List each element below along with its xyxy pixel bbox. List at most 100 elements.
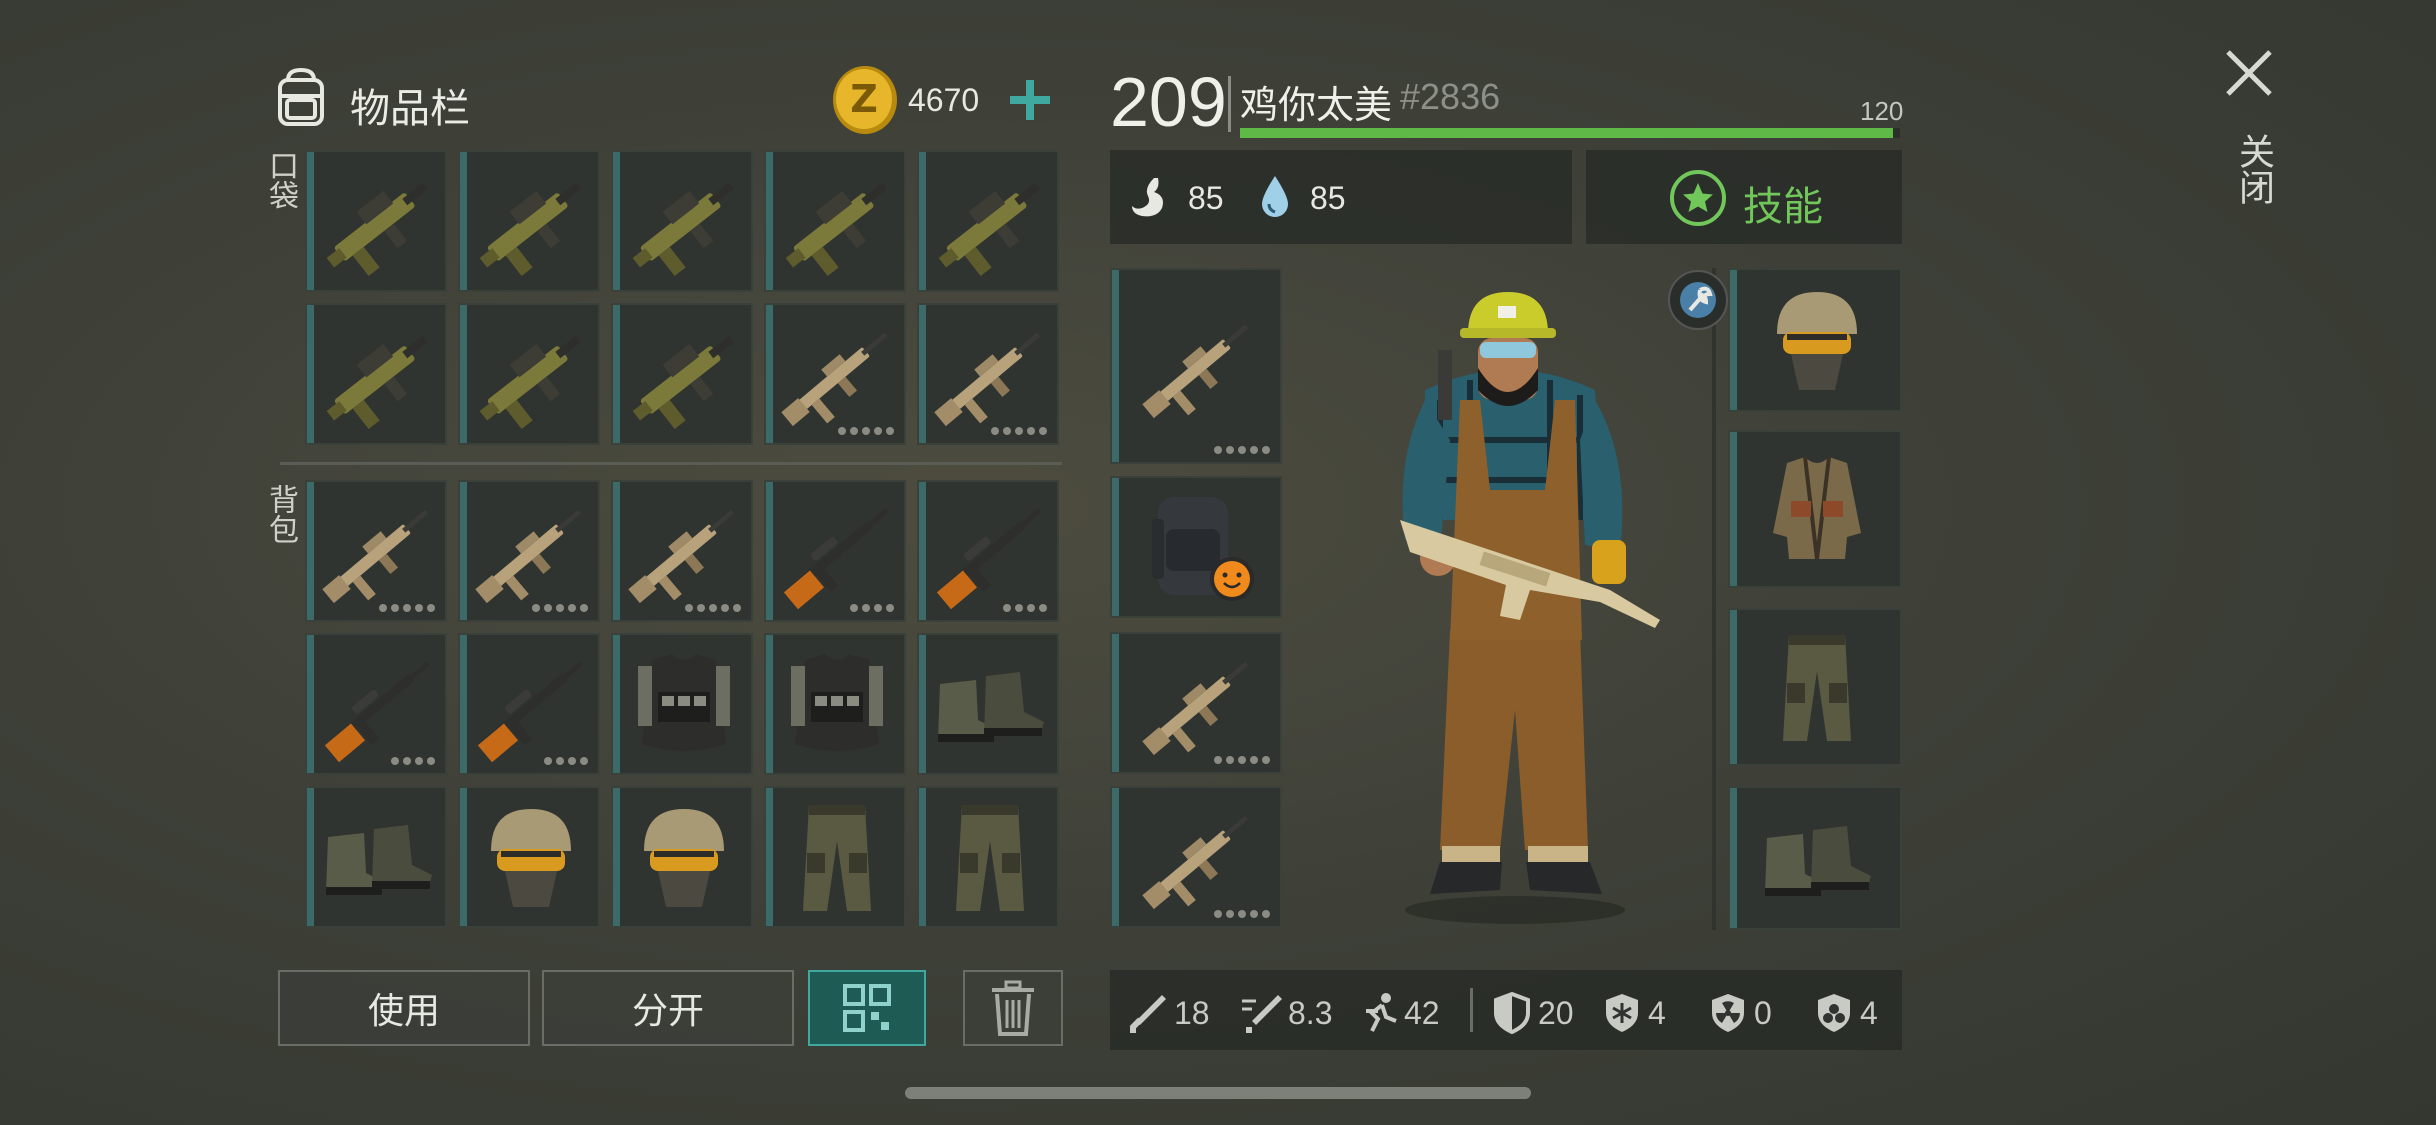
equipment-slot-assault-rifle[interactable] xyxy=(1110,786,1282,928)
name-separator xyxy=(1228,76,1231,132)
inventory-slot-grenade-launcher[interactable] xyxy=(611,150,753,292)
stat-toxic-resist: 4 xyxy=(1812,993,1878,1033)
use-button[interactable]: 使用 xyxy=(278,970,530,1046)
inventory-slot-grenade-launcher[interactable] xyxy=(917,150,1059,292)
section-divider xyxy=(280,462,1062,465)
inventory-slot-assault-rifle[interactable] xyxy=(764,303,906,445)
close-button[interactable]: 关闭 xyxy=(2216,40,2282,230)
running-icon xyxy=(1366,993,1397,1032)
durability-dots xyxy=(1003,604,1047,612)
inventory-slot-boots[interactable] xyxy=(917,633,1059,775)
skills-button[interactable]: 技能 xyxy=(1586,150,1902,244)
water-drop-icon xyxy=(1262,176,1288,217)
inventory-slot-grenade-launcher[interactable] xyxy=(458,150,600,292)
attack-speed-value: 8.3 xyxy=(1288,994,1333,1031)
equipment-slot-helmet[interactable] xyxy=(1728,268,1902,412)
svg-text:Z: Z xyxy=(850,77,878,121)
grid-icon xyxy=(843,984,891,1032)
trash-icon xyxy=(992,980,1034,1036)
inventory-slot-grenade-launcher[interactable] xyxy=(305,150,447,292)
cold-resist-value: 4 xyxy=(1648,994,1666,1031)
delete-button[interactable] xyxy=(963,970,1063,1046)
stat-cold-resist: 4 xyxy=(1600,993,1666,1033)
xp-max: 120 xyxy=(1860,96,1904,126)
durability-dots xyxy=(1214,446,1270,454)
slot-indicator xyxy=(1112,478,1119,616)
slot-indicator xyxy=(1730,610,1737,764)
currency-amount: 4670 xyxy=(908,82,980,118)
backpack-section-label: 背包 xyxy=(264,484,297,544)
inventory-slot-sniper-rifle[interactable] xyxy=(458,633,600,775)
repair-badge-button[interactable] xyxy=(1668,270,1728,330)
inventory-slot-boots[interactable] xyxy=(305,786,447,928)
equipment-slot-jacket[interactable] xyxy=(1728,430,1902,588)
inventory-slot-grenade-launcher[interactable] xyxy=(305,303,447,445)
thirst-value: 85 xyxy=(1310,180,1346,216)
radiation-resist-value: 0 xyxy=(1754,994,1772,1031)
home-indicator[interactable] xyxy=(905,1087,1531,1099)
stat-damage: 18 xyxy=(1126,993,1210,1033)
stomach-icon xyxy=(1132,178,1163,217)
durability-dots xyxy=(1214,756,1270,764)
inventory-slot-helmet[interactable] xyxy=(611,786,753,928)
close-icon xyxy=(2226,50,2272,96)
equipment-slot-backpack[interactable] xyxy=(1110,476,1282,618)
player-level: 209 xyxy=(1110,63,1227,141)
inventory-slot-tactical-vest[interactable] xyxy=(764,633,906,775)
stat-radiation-resist: 0 xyxy=(1706,993,1772,1033)
pocket-section-label: 口袋 xyxy=(264,150,297,210)
stat-attack-speed: 8.3 xyxy=(1240,993,1332,1033)
slot-indicator xyxy=(1730,432,1737,586)
slot-indicator xyxy=(1730,788,1737,928)
add-currency-button[interactable] xyxy=(1000,70,1060,130)
movement-value: 42 xyxy=(1404,994,1440,1031)
inventory-slot-grenade-launcher[interactable] xyxy=(764,150,906,292)
inventory-title: 物品栏 xyxy=(350,87,470,131)
armor-value: 20 xyxy=(1538,994,1574,1031)
inventory-slot-grenade-launcher[interactable] xyxy=(458,303,600,445)
durability-dots xyxy=(1214,910,1270,918)
inventory-slot-helmet[interactable] xyxy=(458,786,600,928)
skills-label: 技能 xyxy=(1743,185,1823,229)
inventory-slot-pants[interactable] xyxy=(917,786,1059,928)
inventory-slot-grenade-launcher[interactable] xyxy=(611,303,753,445)
player-tag: #2836 xyxy=(1400,76,1501,117)
snowflake-shield-icon xyxy=(1606,994,1638,1032)
durability-dots xyxy=(532,604,588,612)
durability-dots xyxy=(544,757,588,765)
slot-indicator xyxy=(1112,634,1119,772)
shield-icon xyxy=(1494,991,1530,1035)
slot-indicator xyxy=(1112,270,1119,462)
equipment-slot-pants[interactable] xyxy=(1728,608,1902,766)
inventory-slot-assault-rifle[interactable] xyxy=(305,480,447,622)
equipment-slot-assault-rifle[interactable] xyxy=(1110,632,1282,774)
split-button[interactable]: 分开 xyxy=(542,970,794,1046)
stats-divider xyxy=(1470,988,1473,1032)
durability-dots xyxy=(991,427,1047,435)
inventory-slot-pants[interactable] xyxy=(764,786,906,928)
inventory-slot-assault-rifle[interactable] xyxy=(458,480,600,622)
slot-indicator xyxy=(1730,270,1737,410)
character-portrait xyxy=(1400,292,1660,924)
durability-dots xyxy=(850,604,894,612)
durability-dots xyxy=(838,427,894,435)
hunger-value: 85 xyxy=(1188,180,1224,216)
sort-grid-button[interactable] xyxy=(808,970,926,1046)
damage-value: 18 xyxy=(1174,994,1210,1031)
inventory-slot-assault-rifle[interactable] xyxy=(611,480,753,622)
plus-icon xyxy=(1010,80,1050,120)
durability-dots xyxy=(685,604,741,612)
slot-indicator xyxy=(1112,788,1119,926)
wrench-icon xyxy=(1680,282,1716,318)
inventory-slot-sniper-rifle[interactable] xyxy=(305,633,447,775)
radiation-shield-icon xyxy=(1712,994,1744,1032)
inventory-slot-sniper-rifle[interactable] xyxy=(764,480,906,622)
inventory-slot-sniper-rifle[interactable] xyxy=(917,480,1059,622)
equipment-slot-assault-rifle[interactable] xyxy=(1110,268,1282,464)
player-name: 鸡你太美 xyxy=(1240,85,1393,127)
inventory-slot-assault-rifle[interactable] xyxy=(917,303,1059,445)
backpack-icon xyxy=(278,67,324,126)
equipment-slot-boots[interactable] xyxy=(1728,786,1902,930)
inventory-slot-tactical-vest[interactable] xyxy=(611,633,753,775)
stat-movement: 42 xyxy=(1356,993,1440,1033)
